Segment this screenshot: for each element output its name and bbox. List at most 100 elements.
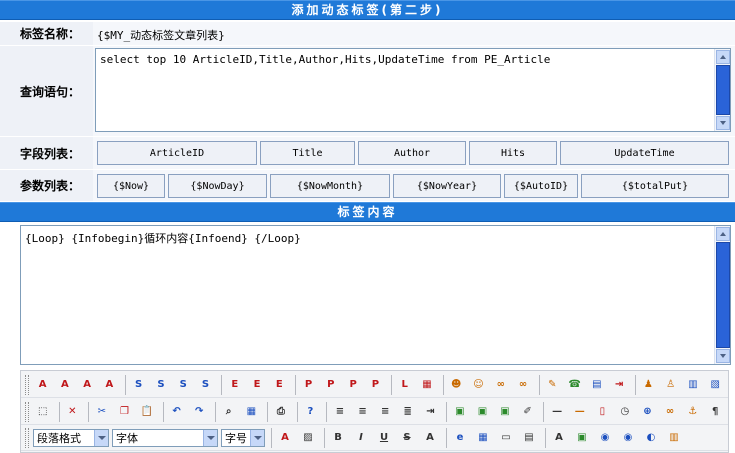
flash-icon[interactable]: ◉ bbox=[595, 428, 615, 448]
find-icon[interactable]: ⌕ bbox=[219, 402, 239, 422]
toolbar-separator bbox=[214, 401, 216, 422]
param-button-nowday[interactable]: {$NowDay} bbox=[168, 174, 267, 198]
insert-e-icon[interactable]: E bbox=[247, 375, 266, 395]
zoom-icon[interactable]: ⊕ bbox=[638, 402, 658, 422]
insert-p-icon[interactable]: P bbox=[343, 375, 362, 395]
link-icon[interactable]: ∞ bbox=[660, 402, 680, 422]
param-button-totalput[interactable]: {$totalPut} bbox=[581, 174, 729, 198]
content-textarea[interactable]: {Loop} {Infobegin}循环内容{Infoend} {/Loop} bbox=[20, 225, 731, 365]
insert-e-icon[interactable]: E bbox=[225, 375, 244, 395]
scroll-up-button[interactable] bbox=[716, 227, 730, 241]
media-icon[interactable]: ◉ bbox=[618, 428, 638, 448]
real-media-icon[interactable]: ◐ bbox=[641, 428, 661, 448]
edit-icon[interactable]: ✐ bbox=[518, 402, 538, 422]
picture-icon[interactable]: ▣ bbox=[572, 428, 592, 448]
insert-e-icon[interactable]: E bbox=[270, 375, 289, 395]
insert-s-icon[interactable]: S bbox=[196, 375, 215, 395]
horizontal-rule-icon[interactable]: — bbox=[570, 402, 590, 422]
cut-icon[interactable]: ✂ bbox=[92, 402, 112, 422]
select-all-icon[interactable]: ⬚ bbox=[33, 402, 53, 422]
image-icon[interactable]: ▣ bbox=[495, 402, 515, 422]
param-button-now[interactable]: {$Now} bbox=[97, 174, 165, 198]
scroll-thumb[interactable] bbox=[716, 242, 730, 348]
layer-icon[interactable]: ▤ bbox=[519, 428, 539, 448]
scroll-down-button[interactable] bbox=[716, 349, 730, 363]
link-icon[interactable]: ∞ bbox=[491, 375, 510, 395]
insert-a-icon[interactable]: A bbox=[33, 375, 52, 395]
underline-icon[interactable]: U bbox=[374, 428, 394, 448]
insert-a-icon[interactable]: A bbox=[77, 375, 96, 395]
phone-icon[interactable]: ☎ bbox=[565, 375, 584, 395]
print-icon[interactable]: ⎙ bbox=[271, 402, 291, 422]
help-icon[interactable]: ? bbox=[301, 402, 321, 422]
image-icon[interactable]: ▣ bbox=[473, 402, 493, 422]
users-icon[interactable]: ♟ bbox=[639, 375, 658, 395]
param-button-nowmonth[interactable]: {$NowMonth} bbox=[270, 174, 390, 198]
delete-icon[interactable]: ✕ bbox=[63, 402, 83, 422]
insert-a-icon[interactable]: A bbox=[100, 375, 119, 395]
insert-s-icon[interactable]: S bbox=[174, 375, 193, 395]
align-right-icon[interactable]: ≡ bbox=[375, 402, 395, 422]
align-center-icon[interactable]: ≡ bbox=[353, 402, 373, 422]
field-button-articleid[interactable]: ArticleID bbox=[97, 141, 257, 165]
param-button-nowyear[interactable]: {$NowYear} bbox=[393, 174, 501, 198]
content-scrollbar[interactable] bbox=[714, 226, 730, 364]
gallery-icon[interactable]: ▤ bbox=[587, 375, 606, 395]
font-select[interactable]: 字体 bbox=[112, 428, 218, 447]
font-icon[interactable]: A bbox=[549, 428, 569, 448]
undo-icon[interactable]: ↶ bbox=[167, 402, 187, 422]
strikethrough-icon[interactable]: S bbox=[397, 428, 417, 448]
indent-icon[interactable]: ⇥ bbox=[421, 402, 441, 422]
italic-icon[interactable]: I bbox=[351, 428, 371, 448]
clock-icon[interactable]: ◷ bbox=[615, 402, 635, 422]
pages-icon[interactable]: ▧ bbox=[706, 375, 725, 395]
paste-icon[interactable]: 📋 bbox=[137, 402, 157, 422]
query-textarea[interactable]: select top 10 ArticleID,Title,Author,Hit… bbox=[95, 48, 731, 132]
anchor-icon[interactable]: ⚓ bbox=[683, 402, 703, 422]
redo-icon[interactable]: ↷ bbox=[189, 402, 209, 422]
document-icon[interactable]: ▥ bbox=[683, 375, 702, 395]
font-size-select[interactable]: 字号 bbox=[221, 428, 265, 447]
text-size-icon[interactable]: A bbox=[420, 428, 440, 448]
form-icon[interactable]: ▭ bbox=[496, 428, 516, 448]
emoji-icon[interactable]: ☻ bbox=[447, 375, 466, 395]
table-icon[interactable]: ▦ bbox=[473, 428, 493, 448]
scroll-up-button[interactable] bbox=[716, 50, 730, 64]
toolbar-row-1: A A A A S S S S E E E P P P P L ▦ ☻ ☺ ∞ … bbox=[21, 372, 728, 398]
insert-a-icon[interactable]: A bbox=[55, 375, 74, 395]
export-icon[interactable]: ⇥ bbox=[609, 375, 628, 395]
horizontal-rule-icon[interactable]: — bbox=[547, 402, 567, 422]
insert-p-icon[interactable]: P bbox=[321, 375, 340, 395]
font-color-icon[interactable]: A bbox=[275, 428, 295, 448]
background-color-icon[interactable]: ▨ bbox=[298, 428, 318, 448]
scroll-down-button[interactable] bbox=[716, 116, 730, 130]
field-button-updatetime[interactable]: UpdateTime bbox=[560, 141, 729, 165]
insert-l-icon[interactable]: L bbox=[395, 375, 414, 395]
image-icon[interactable]: ▣ bbox=[450, 402, 470, 422]
calculator-icon[interactable]: ▦ bbox=[242, 402, 262, 422]
insert-s-icon[interactable]: S bbox=[129, 375, 148, 395]
emoji-icon[interactable]: ☺ bbox=[469, 375, 488, 395]
user-icon[interactable]: ♙ bbox=[661, 375, 680, 395]
copy-icon[interactable]: ❐ bbox=[115, 402, 135, 422]
insert-p-icon[interactable]: P bbox=[299, 375, 318, 395]
insert-p-icon[interactable]: P bbox=[366, 375, 385, 395]
align-left-icon[interactable]: ≡ bbox=[330, 402, 350, 422]
query-scrollbar[interactable] bbox=[714, 49, 730, 131]
tool-icon[interactable]: ✎ bbox=[543, 375, 562, 395]
page-break-icon[interactable]: ▯ bbox=[593, 402, 613, 422]
insert-block-icon[interactable]: ▦ bbox=[417, 375, 436, 395]
scroll-thumb[interactable] bbox=[716, 65, 730, 115]
link-icon[interactable]: ∞ bbox=[513, 375, 532, 395]
field-button-title[interactable]: Title bbox=[260, 141, 355, 165]
attachment-icon[interactable]: ▥ bbox=[664, 428, 684, 448]
paragraph-format-select[interactable]: 段落格式 bbox=[33, 428, 109, 447]
web-icon[interactable]: e bbox=[450, 428, 470, 448]
special-char-icon[interactable]: ¶ bbox=[705, 402, 725, 422]
field-button-author[interactable]: Author bbox=[358, 141, 466, 165]
field-button-hits[interactable]: Hits bbox=[469, 141, 557, 165]
bold-icon[interactable]: B bbox=[328, 428, 348, 448]
align-justify-icon[interactable]: ≣ bbox=[398, 402, 418, 422]
param-button-autoid[interactable]: {$AutoID} bbox=[504, 174, 578, 198]
insert-s-icon[interactable]: S bbox=[151, 375, 170, 395]
